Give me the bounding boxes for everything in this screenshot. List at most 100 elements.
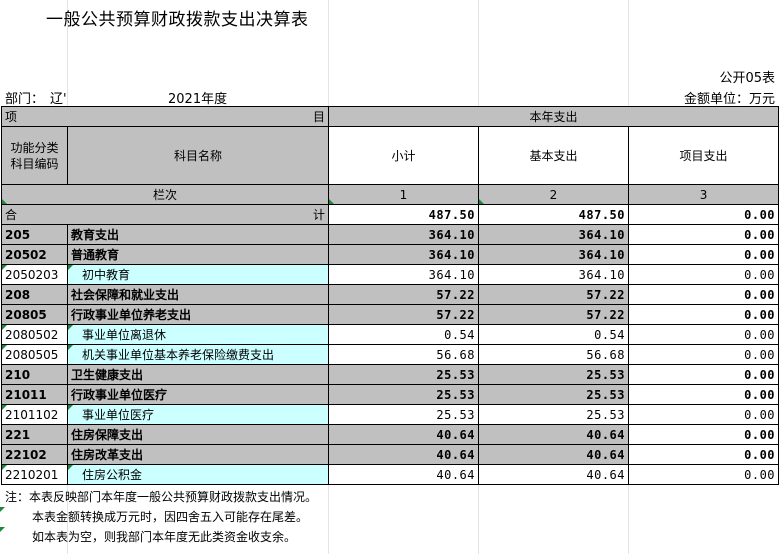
total-right: 计 [312, 208, 325, 222]
report-title: 一般公共预算财政拨款支出决算表 [46, 10, 309, 30]
subject-name-cell[interactable]: 行政事业单位养老支出 [67, 304, 329, 325]
subject-name-cell[interactable]: 卫生健康支出 [67, 364, 329, 385]
subtotal-cell[interactable]: 57.22 [328, 304, 479, 325]
header-row-1: 项 目 本年支出 [1, 106, 780, 127]
subject-name-cell[interactable]: 教育支出 [67, 224, 329, 245]
basic-expense-cell[interactable]: 56.68 [478, 344, 629, 365]
subtotal-cell[interactable]: 25.53 [328, 364, 479, 385]
function-code-cell[interactable]: 22102 [1, 444, 68, 465]
header-func-code[interactable]: 功能分类科目编码 [1, 126, 68, 185]
total-basic[interactable]: 487.50 [478, 204, 629, 225]
project-expense-cell[interactable]: 0.00 [627, 224, 780, 245]
header-item-cell[interactable]: 项 目 [1, 106, 329, 127]
table-row: 2080505 机关事业单位基本养老保险缴费支出 56.68 56.68 0.00 [1, 344, 780, 365]
subtotal-cell[interactable]: 25.53 [328, 384, 479, 405]
function-code-cell[interactable]: 2050203 [1, 264, 68, 285]
total-left: 合 [5, 208, 18, 222]
basic-expense-cell[interactable]: 57.22 [478, 304, 629, 325]
form-number: 公开05表 [719, 71, 775, 86]
basic-expense-cell[interactable]: 57.22 [478, 284, 629, 305]
header-subject-name[interactable]: 科目名称 [67, 126, 329, 185]
basic-expense-cell[interactable]: 40.64 [478, 444, 629, 465]
subtotal-cell[interactable]: 40.64 [328, 444, 479, 465]
project-expense-cell[interactable]: 0.00 [627, 244, 780, 265]
basic-expense-cell[interactable]: 40.64 [478, 464, 629, 485]
subtotal-cell[interactable]: 57.22 [328, 284, 479, 305]
function-code-cell[interactable]: 2080505 [1, 344, 68, 365]
function-code-cell[interactable]: 21011 [1, 384, 68, 405]
basic-expense-cell[interactable]: 25.53 [478, 384, 629, 405]
expenditure-table: 项 目 本年支出 功能分类科目编码 科目名称 小计 基本支出 项目支出 栏次 1… [1, 106, 780, 485]
subtotal-cell[interactable]: 364.10 [328, 244, 479, 265]
subtotal-cell[interactable]: 40.64 [328, 464, 479, 485]
function-code-cell[interactable]: 208 [1, 284, 68, 305]
subject-name-cell[interactable]: 行政事业单位医疗 [67, 384, 329, 405]
basic-expense-cell[interactable]: 364.10 [478, 264, 629, 285]
note-line: 如本表为空，则我部门本年度无此类资金收支余。 [0, 527, 317, 547]
subject-name-cell[interactable]: 普通教育 [67, 244, 329, 265]
table-row: 2210201 住房公积金 40.64 40.64 0.00 [1, 464, 780, 485]
header-subtotal[interactable]: 小计 [328, 126, 479, 185]
subject-name-cell[interactable]: 住房保障支出 [67, 424, 329, 445]
header-current-year[interactable]: 本年支出 [327, 106, 780, 127]
function-code-cell[interactable]: 2080502 [1, 324, 68, 345]
subject-name-cell[interactable]: 住房改革支出 [67, 444, 329, 465]
project-expense-cell[interactable]: 0.00 [627, 284, 780, 305]
function-code-cell[interactable]: 205 [1, 224, 68, 245]
subject-name-cell[interactable]: 初中教育 [67, 264, 329, 285]
project-expense-cell[interactable]: 0.00 [627, 444, 780, 465]
basic-expense-cell[interactable]: 25.53 [478, 404, 629, 425]
table-row: 2080502 事业单位离退休 0.54 0.54 0.00 [1, 324, 780, 345]
total-subtotal[interactable]: 487.50 [328, 204, 479, 225]
project-expense-cell[interactable]: 0.00 [627, 324, 780, 345]
table-row: 21011 行政事业单位医疗 25.53 25.53 0.00 [1, 384, 780, 405]
project-expense-cell[interactable]: 0.00 [627, 384, 780, 405]
project-expense-cell[interactable]: 0.00 [627, 364, 780, 385]
basic-expense-cell[interactable]: 364.10 [478, 244, 629, 265]
subtotal-cell[interactable]: 0.54 [328, 324, 479, 345]
header-row-2: 功能分类科目编码 科目名称 小计 基本支出 项目支出 [1, 126, 780, 185]
amount-unit: 金额单位：万元 [683, 92, 775, 107]
table-row: 205 教育支出 364.10 364.10 0.00 [1, 224, 780, 245]
table-row: 221 住房保障支出 40.64 40.64 0.00 [1, 424, 780, 445]
project-expense-cell[interactable]: 0.00 [627, 464, 780, 485]
function-code-cell[interactable]: 20805 [1, 304, 68, 325]
basic-expense-cell[interactable]: 0.54 [478, 324, 629, 345]
basic-expense-cell[interactable]: 25.53 [478, 364, 629, 385]
basic-expense-cell[interactable]: 40.64 [478, 424, 629, 445]
table-row: 20805 行政事业单位养老支出 57.22 57.22 0.00 [1, 304, 780, 325]
subject-name-cell[interactable]: 住房公积金 [67, 464, 329, 485]
col-index-1[interactable]: 1 [328, 184, 479, 205]
project-expense-cell[interactable]: 0.00 [627, 344, 780, 365]
subtotal-cell[interactable]: 25.53 [328, 404, 479, 425]
function-code-cell[interactable]: 2101102 [1, 404, 68, 425]
subject-name-cell[interactable]: 事业单位离退休 [67, 324, 329, 345]
report-year: 2021年度 [168, 92, 228, 107]
function-code-cell[interactable]: 210 [1, 364, 68, 385]
note-line: 注：本表反映部门本年度一般公共预算财政拨款支出情况。 [5, 490, 318, 504]
header-basic[interactable]: 基本支出 [478, 126, 629, 185]
subtotal-cell[interactable]: 364.10 [328, 264, 479, 285]
subject-name-cell[interactable]: 事业单位医疗 [67, 404, 329, 425]
function-code-cell[interactable]: 221 [1, 424, 68, 445]
subtotal-cell[interactable]: 364.10 [328, 224, 479, 245]
total-label-cell[interactable]: 合 计 [1, 204, 329, 225]
project-expense-cell[interactable]: 0.00 [627, 264, 780, 285]
total-project[interactable]: 0.00 [627, 204, 780, 225]
subject-name-cell[interactable]: 社会保障和就业支出 [67, 284, 329, 305]
subtotal-cell[interactable]: 40.64 [328, 424, 479, 445]
subject-name-cell[interactable]: 机关事业单位基本养老保险缴费支出 [67, 344, 329, 365]
project-expense-cell[interactable]: 0.00 [627, 304, 780, 325]
project-expense-cell[interactable]: 0.00 [627, 424, 780, 445]
function-code-cell[interactable]: 20502 [1, 244, 68, 265]
col-index-row: 栏次 1 2 3 [1, 184, 780, 205]
spreadsheet-sheet: 一般公共预算财政拨款支出决算表 公开05表 部门： 辽' 2021年度 金额单位… [0, 0, 783, 554]
project-expense-cell[interactable]: 0.00 [627, 404, 780, 425]
header-project[interactable]: 项目支出 [627, 126, 780, 185]
function-code-cell[interactable]: 2210201 [1, 464, 68, 485]
col-index-3[interactable]: 3 [627, 184, 780, 205]
subtotal-cell[interactable]: 56.68 [328, 344, 479, 365]
col-index-2[interactable]: 2 [478, 184, 629, 205]
basic-expense-cell[interactable]: 364.10 [478, 224, 629, 245]
col-index-label[interactable]: 栏次 [1, 184, 329, 205]
